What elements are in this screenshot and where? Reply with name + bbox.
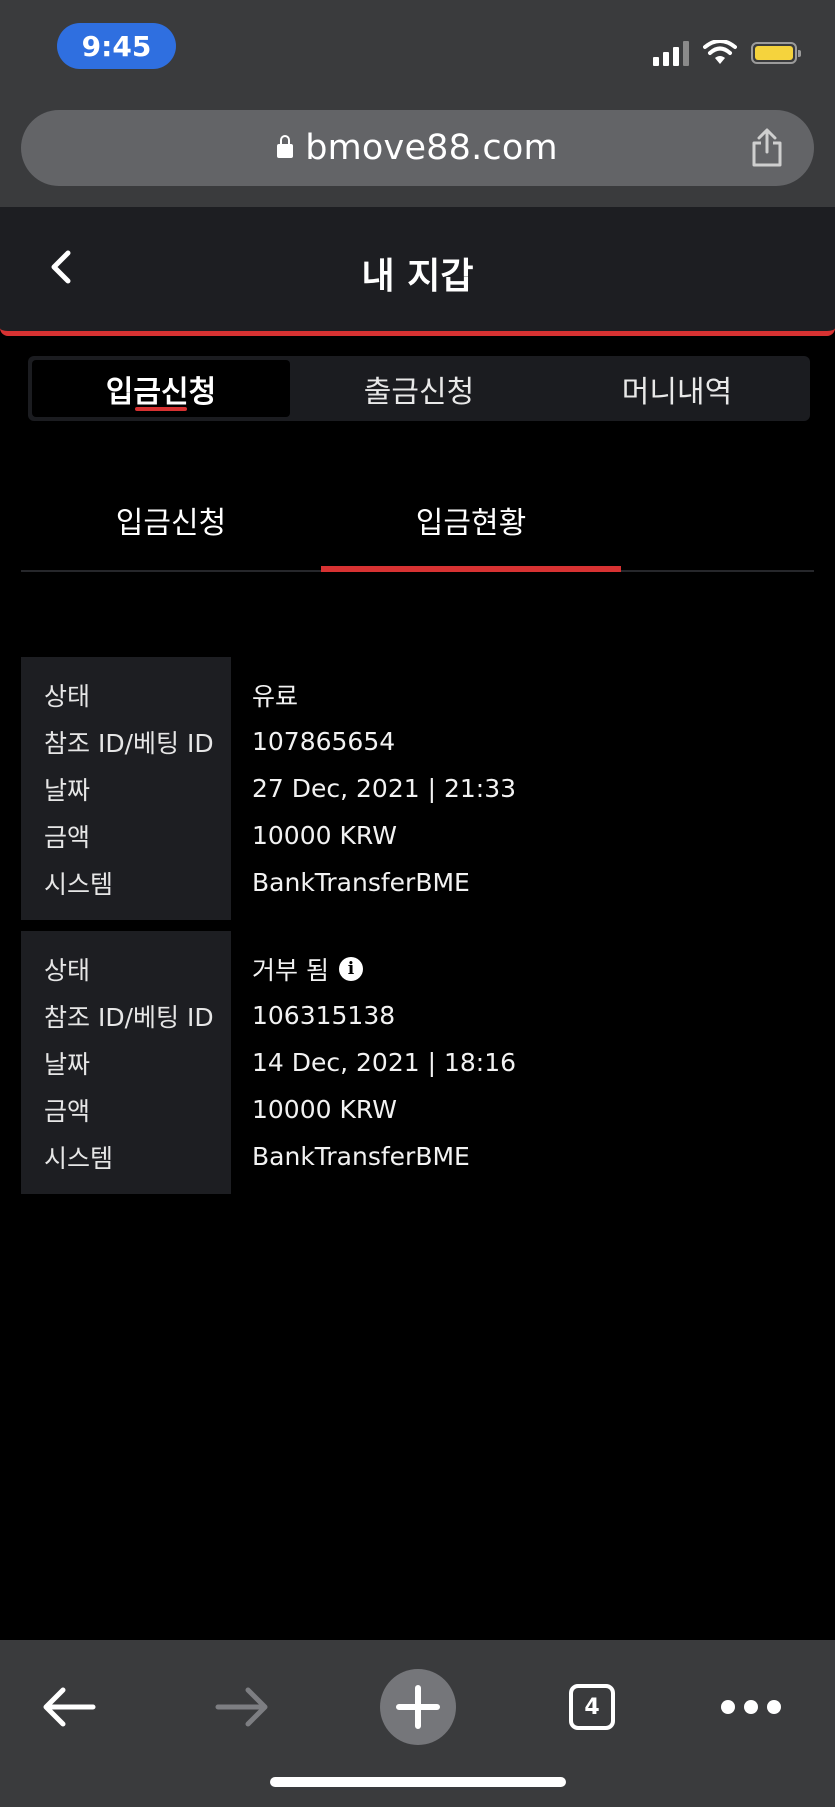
plus-icon (380, 1669, 456, 1745)
system-value: BankTransferBME (252, 868, 470, 897)
record-row: 날짜 27 Dec, 2021 | 21:33 (21, 765, 814, 812)
field-label: 상태 (44, 681, 91, 711)
page-title: 내 지갑 (361, 256, 474, 297)
wallet-tabs: 입금신청 출금신청 머니내역 (28, 356, 810, 421)
date-value: 14 Dec, 2021 | 18:16 (252, 1048, 517, 1077)
status-time: 9:45 (57, 23, 176, 69)
lock-icon (277, 135, 294, 158)
record-row: 상태 유료 (21, 671, 814, 718)
amount-value: 10000 KRW (252, 821, 397, 850)
arrow-left-icon (43, 1687, 96, 1727)
more-menu-button[interactable] (706, 1662, 796, 1752)
field-label: 날짜 (44, 1049, 91, 1079)
record-row: 날짜 14 Dec, 2021 | 18:16 (21, 1039, 814, 1086)
tab-label: 출금신청 (363, 374, 475, 410)
info-icon[interactable]: i (338, 956, 363, 981)
status-icons (653, 36, 801, 70)
tab-deposit-request[interactable]: 입금신청 (32, 360, 290, 417)
field-label: 참조 ID/베팅 ID (44, 1002, 214, 1032)
browser-forward-button[interactable] (197, 1662, 287, 1752)
reference-id-value: 106315138 (252, 1001, 396, 1030)
record-row: 참조 ID/베팅 ID 106315138 (21, 992, 814, 1039)
field-label: 금액 (44, 822, 91, 852)
record-row: 시스템 BankTransferBME (21, 859, 814, 906)
arrow-right-icon (215, 1687, 268, 1727)
tab-switcher-button[interactable]: 4 (547, 1662, 637, 1752)
deposit-record: 상태 유료 참조 ID/베팅 ID 107865654 날짜 27 Dec, 2… (21, 657, 814, 920)
subtab-deposit-status[interactable]: 입금현황 (321, 470, 621, 572)
app-header: 내 지갑 (0, 207, 835, 336)
record-row: 참조 ID/베팅 ID 107865654 (21, 718, 814, 765)
address-bar[interactable]: bmove88.com (21, 110, 814, 186)
reference-id-value: 107865654 (252, 727, 396, 756)
field-label: 상태 (44, 955, 91, 985)
more-dots-icon (721, 1700, 781, 1714)
field-label: 날짜 (44, 775, 91, 805)
field-label: 시스템 (44, 1143, 114, 1173)
tab-count-icon: 4 (569, 1684, 615, 1730)
tab-money-history[interactable]: 머니내역 (548, 360, 806, 417)
field-label: 금액 (44, 1096, 91, 1126)
tab-label: 입금신청 (105, 374, 217, 410)
browser-chrome: 9:45 bmove88.com (0, 0, 835, 207)
share-icon[interactable] (750, 128, 784, 168)
status-value: 거부 됨 (252, 955, 329, 985)
status-value: 유료 (252, 681, 299, 711)
cellular-signal-icon (653, 40, 689, 66)
date-value: 27 Dec, 2021 | 21:33 (252, 774, 517, 803)
record-row: 시스템 BankTransferBME (21, 1133, 814, 1180)
system-value: BankTransferBME (252, 1142, 470, 1171)
amount-value: 10000 KRW (252, 1095, 397, 1124)
field-label: 시스템 (44, 869, 114, 899)
deposit-record: 상태 거부 됨 i 참조 ID/베팅 ID 106315138 날짜 14 De… (21, 931, 814, 1194)
active-tab-indicator (135, 407, 187, 411)
status-value-cell: 거부 됨 i (231, 951, 363, 987)
new-tab-button[interactable] (373, 1662, 463, 1752)
browser-back-button[interactable] (24, 1662, 114, 1752)
wifi-icon (703, 40, 737, 64)
battery-icon (751, 42, 801, 64)
subtab-deposit-request[interactable]: 입금신청 (21, 470, 321, 570)
tab-withdraw-request[interactable]: 출금신청 (290, 360, 548, 417)
field-label: 참조 ID/베팅 ID (44, 728, 214, 758)
record-row: 금액 10000 KRW (21, 1086, 814, 1133)
record-row: 상태 거부 됨 i (21, 945, 814, 992)
deposit-sub-tabs: 입금신청 입금현황 (21, 470, 814, 572)
record-row: 금액 10000 KRW (21, 812, 814, 859)
tab-label: 머니내역 (621, 374, 733, 410)
url-text: bmove88.com (305, 128, 558, 168)
home-indicator (270, 1777, 566, 1787)
